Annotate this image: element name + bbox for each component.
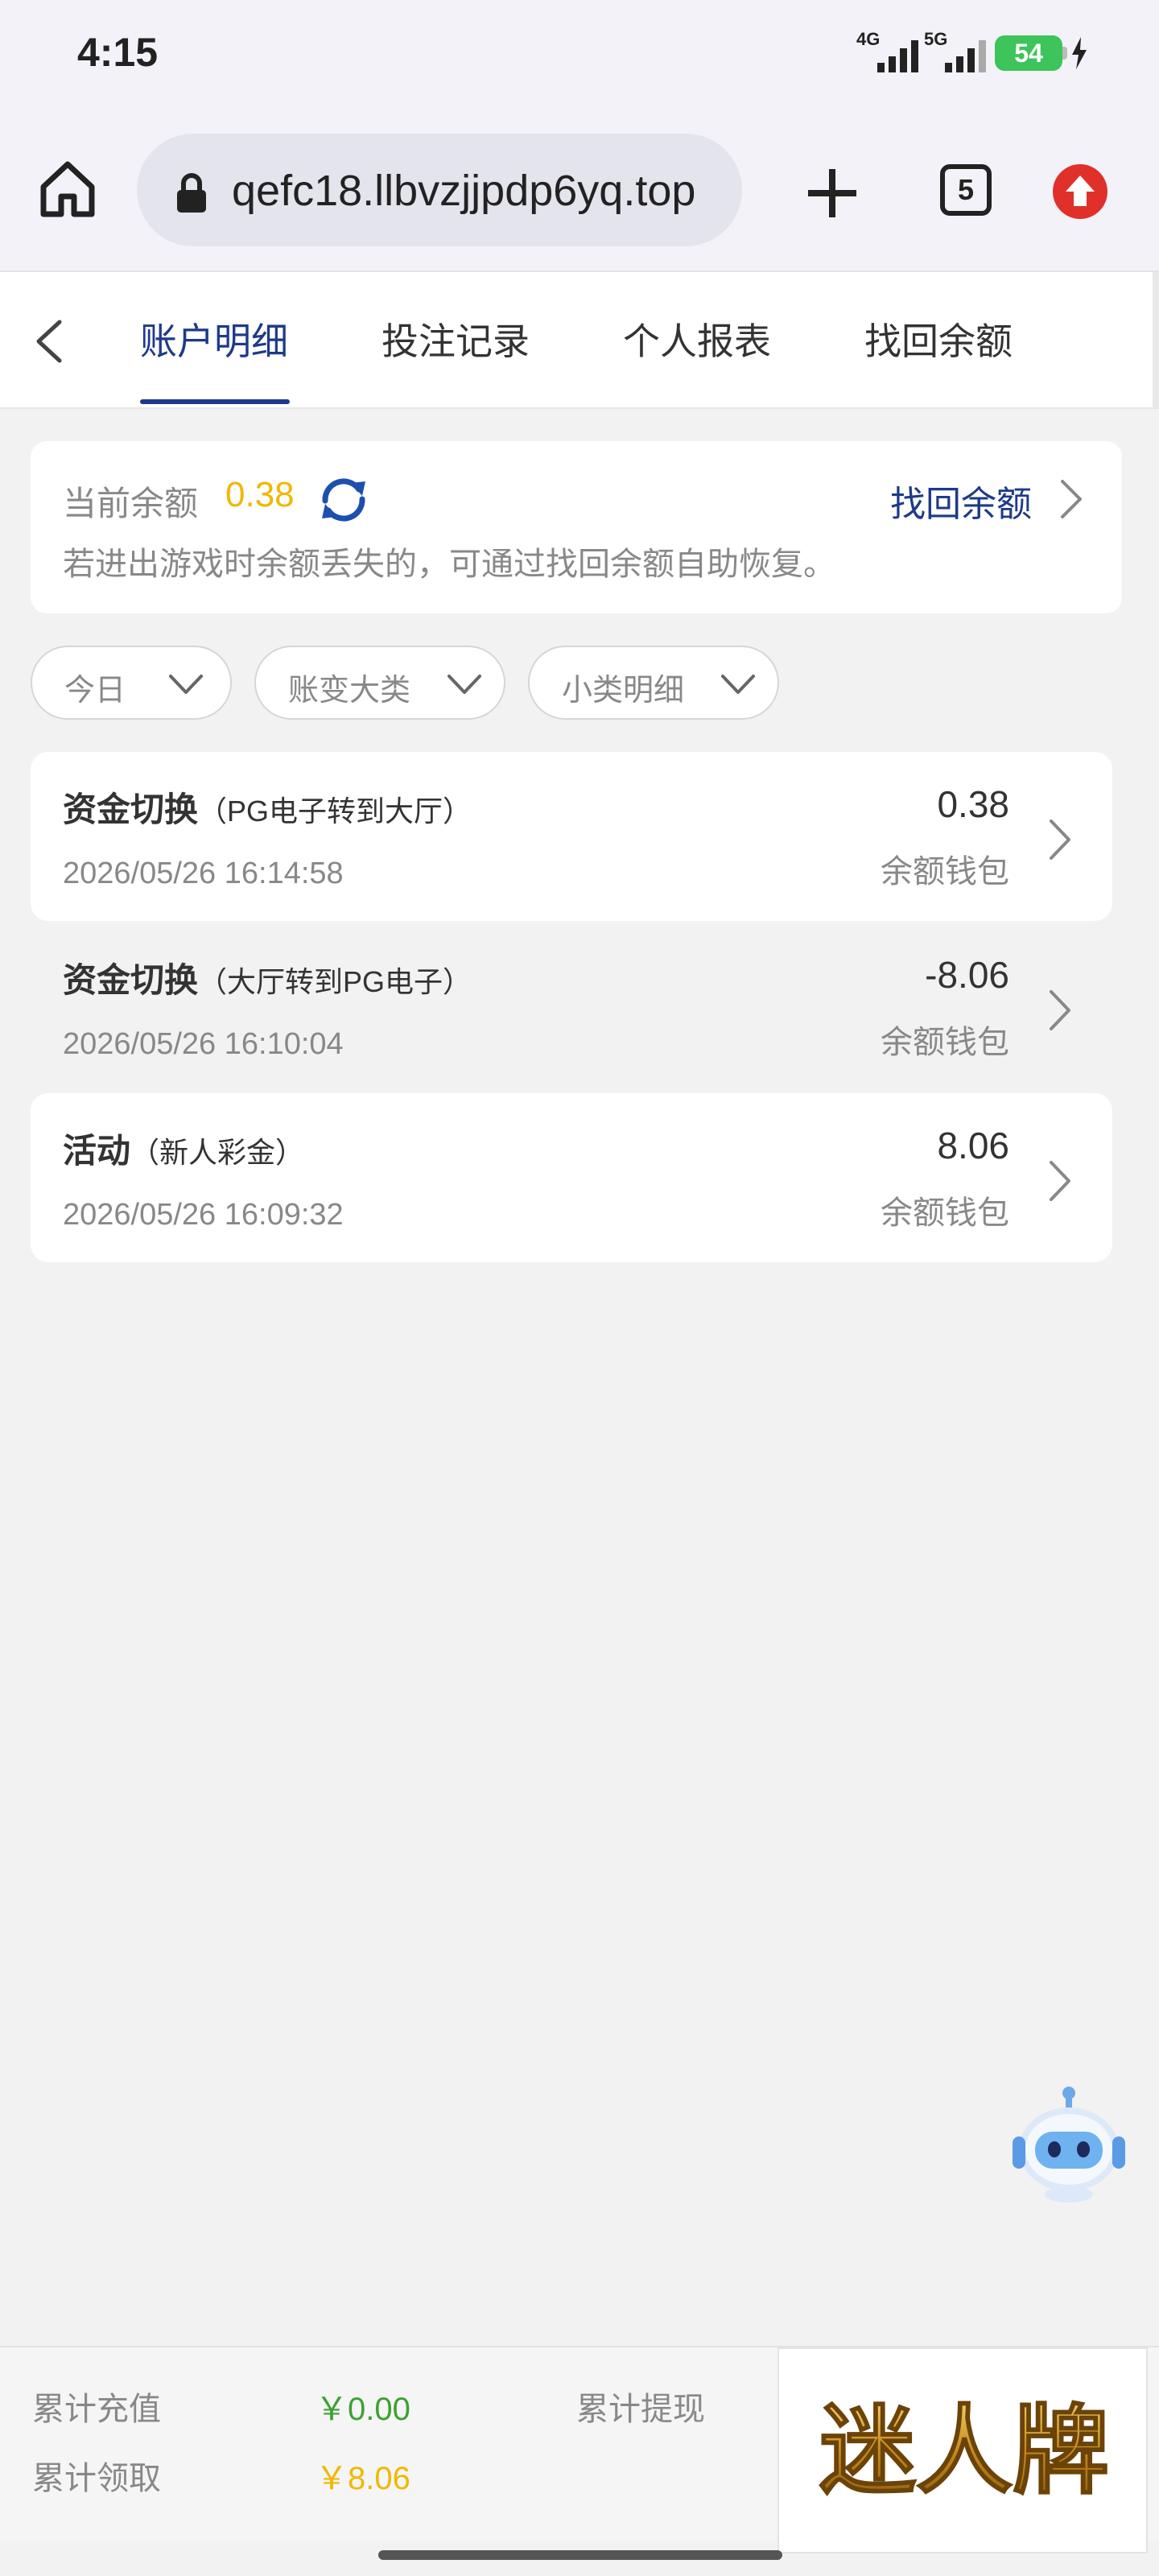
refresh-icon[interactable] xyxy=(316,472,372,528)
chevron-down-icon xyxy=(448,675,481,694)
record-datetime: 2026/05/26 16:14:58 xyxy=(63,857,344,890)
total-recharge-label: 累计充值 xyxy=(32,2392,161,2427)
chevron-right-icon xyxy=(1050,990,1070,1030)
filter-sub-category[interactable]: 小类明细 xyxy=(528,646,779,720)
battery-indicator: 54 xyxy=(995,35,1062,71)
scroll-edge xyxy=(1153,272,1159,407)
record-wallet: 余额钱包 xyxy=(881,854,1009,890)
balance-card: 当前余额 0.38 找回余额 若进出游戏时余额丢失的，可通过找回余额自助恢复。 xyxy=(31,441,1122,613)
record-detail: （大厅转到PG电子） xyxy=(198,965,472,998)
chevron-right-icon[interactable] xyxy=(1058,477,1085,522)
record-title: 资金切换 xyxy=(63,961,199,999)
total-claim-value: ￥8.06 xyxy=(316,2461,410,2496)
status-time: 4:15 xyxy=(77,30,159,75)
total-withdraw-label: 累计提现 xyxy=(576,2392,705,2427)
chevron-right-icon xyxy=(1050,1161,1070,1201)
url-text[interactable]: qefc18.llbvzjjpdp6yq.top xyxy=(232,166,731,216)
filter-date[interactable]: 今日 xyxy=(31,646,232,720)
chevron-right-icon xyxy=(1050,819,1070,860)
record-row[interactable]: 资金切换（大厅转到PG电子） 2026/05/26 16:10:04 -8.06… xyxy=(31,923,1112,1092)
filter-main-category[interactable]: 账变大类 xyxy=(254,646,505,720)
record-wallet: 余额钱包 xyxy=(881,1025,1009,1060)
back-arrow-icon[interactable] xyxy=(29,317,71,365)
record-datetime: 2026/05/26 16:10:04 xyxy=(63,1027,344,1061)
record-detail: （PG电子转到大厅） xyxy=(198,795,472,828)
customer-service-robot-icon[interactable] xyxy=(1004,2082,1133,2211)
record-row[interactable]: 资金切换（PG电子转到大厅） 2026/05/26 16:14:58 0.38 … xyxy=(31,752,1112,921)
svg-text:迷人牌: 迷人牌 xyxy=(819,2396,1109,2508)
brand-logo-image: 迷人牌 xyxy=(819,2395,1110,2508)
record-datetime: 2026/05/26 16:09:32 xyxy=(63,1198,344,1232)
browser-toolbar: qefc18.llbvzjjpdp6yq.top 5 xyxy=(0,113,1159,272)
tab-account-details[interactable]: 账户明细 xyxy=(140,312,288,365)
tab-personal-report[interactable]: 个人报表 xyxy=(623,312,771,365)
record-amount: 0.38 xyxy=(937,783,1009,825)
active-tab-indicator xyxy=(140,399,290,404)
battery-tip xyxy=(1062,47,1067,60)
record-row[interactable]: 活动（新人彩金） 2026/05/26 16:09:32 8.06 余额钱包 xyxy=(31,1093,1112,1262)
balance-note: 若进出游戏时余额丢失的，可通过找回余额自助恢复。 xyxy=(63,547,835,582)
record-detail: （新人彩金） xyxy=(130,1136,305,1169)
recover-balance-link[interactable]: 找回余额 xyxy=(890,475,1032,526)
new-tab-icon[interactable] xyxy=(802,163,863,224)
total-recharge-value: ￥0.00 xyxy=(316,2392,410,2427)
charging-icon xyxy=(1072,37,1087,69)
tab-bet-records[interactable]: 投注记录 xyxy=(382,312,530,365)
record-amount: 8.06 xyxy=(937,1125,1009,1166)
status-bar: 4:15 4G 5G 54 xyxy=(0,0,1159,113)
update-icon[interactable] xyxy=(1053,164,1107,219)
address-bar[interactable]: qefc18.llbvzjjpdp6yq.top xyxy=(137,134,742,246)
balance-value: 0.38 xyxy=(225,475,295,514)
home-icon[interactable] xyxy=(37,158,98,219)
record-tabs: 账户明细 投注记录 个人报表 找回余额 xyxy=(0,272,1159,409)
total-claim-label: 累计领取 xyxy=(32,2461,161,2496)
home-gesture-bar[interactable] xyxy=(378,2550,782,2560)
chevron-down-icon xyxy=(721,675,755,694)
record-title: 活动 xyxy=(63,1132,131,1170)
summary-footer: 累计充值 ￥0.00 累计提现 累计领取 ￥8.06 迷人牌 xyxy=(0,2346,1159,2553)
record-title: 资金切换 xyxy=(63,791,199,828)
tab-recover-balance[interactable]: 找回余额 xyxy=(864,312,1013,365)
record-amount: -8.06 xyxy=(925,954,1009,996)
brand-logo: 迷人牌 xyxy=(777,2347,1148,2553)
chevron-down-icon xyxy=(169,675,203,694)
tab-switcher-button[interactable]: 5 xyxy=(940,164,992,216)
record-wallet: 余额钱包 xyxy=(881,1195,1009,1231)
balance-label: 当前余额 xyxy=(63,485,199,522)
lock-icon xyxy=(177,173,206,213)
